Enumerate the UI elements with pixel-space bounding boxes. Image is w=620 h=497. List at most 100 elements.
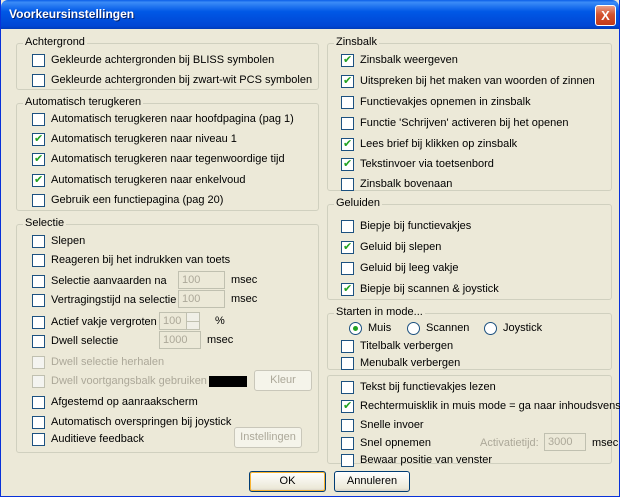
radio-mode-scannen[interactable]: Scannen bbox=[407, 320, 469, 336]
checkbox-overspringen-joystick[interactable]: Automatisch overspringen bij joystick bbox=[32, 414, 231, 430]
dwell-unit: msec bbox=[207, 334, 234, 346]
checkbox-box[interactable] bbox=[341, 219, 354, 233]
checkbox-box[interactable] bbox=[32, 253, 45, 267]
checkbox-biepje-scannen[interactable]: Biepje bij scannen & joystick bbox=[341, 281, 499, 297]
checkbox-geluid-slepen[interactable]: Geluid bij slepen bbox=[341, 239, 441, 255]
checkbox-terug-niveau1[interactable]: Automatisch terugkeren naar niveau 1 bbox=[32, 131, 237, 147]
checkbox-snel-opnemen[interactable]: Snel opnemen bbox=[341, 435, 431, 451]
checkbox-actief-vakje-vergroten[interactable]: Actief vakje vergroten bbox=[32, 314, 157, 330]
checkbox-terug-tegenwoordige-tijd[interactable]: Automatisch terugkeren naar tegenwoordig… bbox=[32, 151, 285, 167]
checkbox-box[interactable] bbox=[32, 274, 45, 288]
vergroten-unit: % bbox=[215, 315, 225, 327]
checkbox-label: Menubalk verbergen bbox=[360, 357, 461, 369]
checkbox-box[interactable] bbox=[32, 395, 45, 409]
checkbox-geluid-leeg-vakje[interactable]: Geluid bij leeg vakje bbox=[341, 260, 458, 276]
checkbox-box[interactable] bbox=[32, 193, 45, 207]
checkbox-box[interactable] bbox=[341, 282, 354, 296]
checkbox-zinsbalk-bovenaan[interactable]: Zinsbalk bovenaan bbox=[341, 176, 452, 192]
checkbox-box[interactable] bbox=[341, 177, 354, 191]
activatietijd-input[interactable]: 3000 bbox=[544, 433, 586, 451]
checkbox-box[interactable] bbox=[341, 399, 354, 413]
checkbox-box[interactable] bbox=[341, 436, 354, 450]
checkbox-bliss-background[interactable]: Gekleurde achtergronden bij BLISS symbol… bbox=[32, 52, 274, 68]
checkbox-box[interactable] bbox=[341, 116, 354, 130]
checkbox-snelle-invoer[interactable]: Snelle invoer bbox=[341, 417, 424, 433]
checkbox-selectie-aanvaarden[interactable]: Selectie aanvaarden na bbox=[32, 273, 167, 289]
checkbox-functievakjes-opnemen[interactable]: Functievakjes opnemen in zinsbalk bbox=[341, 94, 531, 110]
checkbox-label: Actief vakje vergroten bbox=[51, 316, 157, 328]
checkbox-box[interactable] bbox=[341, 157, 354, 171]
checkbox-box[interactable] bbox=[32, 152, 45, 166]
annuleren-button[interactable]: Annuleren bbox=[334, 471, 410, 492]
checkbox-box[interactable] bbox=[32, 293, 45, 307]
checkbox-box[interactable] bbox=[32, 374, 45, 388]
checkbox-box[interactable] bbox=[32, 334, 45, 348]
checkbox-dwell-voortgangsbalk[interactable]: Dwell voortgangsbalk gebruiken bbox=[32, 373, 207, 389]
checkbox-box[interactable] bbox=[32, 132, 45, 146]
checkbox-box[interactable] bbox=[341, 53, 354, 67]
checkbox-menubalk-verbergen[interactable]: Menubalk verbergen bbox=[341, 355, 460, 371]
checkbox-box[interactable] bbox=[341, 356, 354, 370]
radio-button[interactable] bbox=[349, 321, 362, 335]
checkbox-box[interactable] bbox=[32, 173, 45, 187]
checkbox-slepen[interactable]: Slepen bbox=[32, 233, 85, 249]
group-selectie-legend: Selectie bbox=[23, 217, 67, 229]
vergroten-input[interactable]: 100 bbox=[159, 312, 187, 330]
checkbox-box[interactable] bbox=[341, 380, 354, 394]
checkbox-lees-brief[interactable]: Lees brief bij klikken op zinsbalk bbox=[341, 136, 517, 152]
checkbox-box[interactable] bbox=[341, 137, 354, 151]
checkbox-functiepagina[interactable]: Gebruik een functiepagina (pag 20) bbox=[32, 192, 223, 208]
checkbox-uitspreken[interactable]: Uitspreken bij het maken van woorden of … bbox=[341, 73, 595, 89]
checkbox-box[interactable] bbox=[341, 95, 354, 109]
checkbox-box[interactable] bbox=[32, 432, 45, 446]
radio-mode-muis[interactable]: Muis bbox=[349, 320, 391, 336]
vertraging-input[interactable]: 100 bbox=[178, 290, 225, 308]
checkbox-box[interactable] bbox=[32, 315, 45, 329]
checkbox-box[interactable] bbox=[341, 240, 354, 254]
checkbox-vertragingstijd[interactable]: Vertragingstijd na selectie bbox=[32, 292, 176, 308]
checkbox-dwell-herhalen[interactable]: Dwell selectie herhalen bbox=[32, 354, 164, 370]
checkbox-box[interactable] bbox=[32, 415, 45, 429]
vergroten-spinner[interactable] bbox=[186, 312, 200, 330]
close-button[interactable]: X bbox=[595, 5, 616, 26]
ok-button[interactable]: OK bbox=[249, 471, 326, 492]
checkbox-box[interactable] bbox=[32, 112, 45, 126]
checkbox-rechtermuisklik[interactable]: Rechtermuisklik in muis mode = ga naar i… bbox=[341, 398, 620, 414]
checkbox-titelbalk-verbergen[interactable]: Titelbalk verbergen bbox=[341, 338, 453, 354]
checkbox-bewaar-positie[interactable]: Bewaar positie van venster bbox=[341, 452, 492, 468]
checkbox-terug-enkelvoud[interactable]: Automatisch terugkeren naar enkelvoud bbox=[32, 172, 245, 188]
checkbox-box[interactable] bbox=[341, 418, 354, 432]
aanvaarden-input[interactable]: 100 bbox=[178, 271, 225, 289]
checkbox-reageren-toets[interactable]: Reageren bij het indrukken van toets bbox=[32, 252, 230, 268]
checkbox-tekst-lezen[interactable]: Tekst bij functievakjes lezen bbox=[341, 379, 496, 395]
radio-button[interactable] bbox=[407, 321, 420, 335]
kleur-button[interactable]: Kleur bbox=[254, 370, 312, 391]
checkbox-afgestemd-aanraakscherm[interactable]: Afgestemd op aanraakscherm bbox=[32, 394, 198, 410]
checkbox-biepje-functievakjes[interactable]: Biepje bij functievakjes bbox=[341, 218, 471, 234]
checkbox-schrijven-activeren[interactable]: Functie 'Schrijven' activeren bij het op… bbox=[341, 115, 568, 131]
checkbox-box[interactable] bbox=[32, 53, 45, 67]
radio-button[interactable] bbox=[484, 321, 497, 335]
checkbox-label: Vertragingstijd na selectie bbox=[51, 294, 177, 306]
checkbox-box[interactable] bbox=[341, 339, 354, 353]
checkbox-box[interactable] bbox=[341, 74, 354, 88]
radio-mode-joystick[interactable]: Joystick bbox=[484, 320, 542, 336]
checkbox-pcs-background[interactable]: Gekleurde achtergronden bij zwart-wit PC… bbox=[32, 72, 312, 88]
checkbox-box[interactable] bbox=[32, 73, 45, 87]
preferences-dialog: Voorkeursinstellingen X Achtergrond Gekl… bbox=[0, 0, 620, 497]
instellingen-button[interactable]: Instellingen bbox=[234, 427, 302, 448]
checkbox-label: Uitspreken bij het maken van woorden of … bbox=[360, 75, 595, 87]
checkbox-dwell-selectie[interactable]: Dwell selectie bbox=[32, 333, 118, 349]
checkbox-tekstinvoer-toetsenbord[interactable]: Tekstinvoer via toetsenbord bbox=[341, 156, 494, 172]
checkbox-label: Slepen bbox=[51, 235, 86, 247]
checkbox-box[interactable] bbox=[341, 261, 354, 275]
checkbox-box[interactable] bbox=[32, 234, 45, 248]
checkbox-terug-hoofdpagina[interactable]: Automatisch terugkeren naar hoofdpagina … bbox=[32, 111, 294, 127]
checkbox-auditieve-feedback[interactable]: Auditieve feedback bbox=[32, 431, 144, 447]
group-geluiden-legend: Geluiden bbox=[334, 197, 383, 209]
checkbox-box[interactable] bbox=[341, 453, 354, 467]
dwell-input[interactable]: 1000 bbox=[159, 331, 201, 349]
checkbox-box[interactable] bbox=[32, 355, 45, 369]
checkbox-zinsbalk-weergeven[interactable]: Zinsbalk weergeven bbox=[341, 52, 458, 68]
title-bar[interactable]: Voorkeursinstellingen X bbox=[1, 0, 619, 29]
